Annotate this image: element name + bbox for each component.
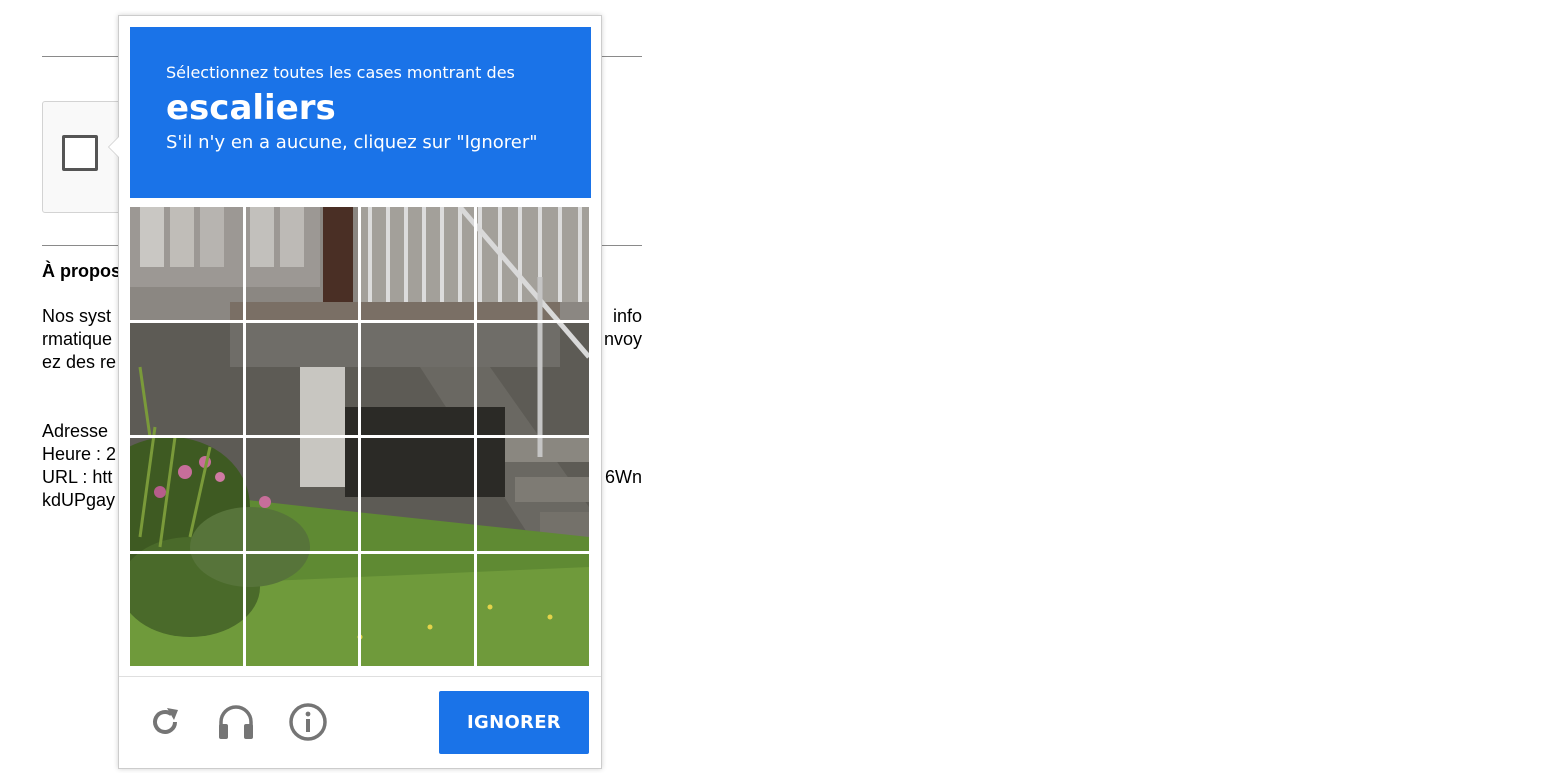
footer-divider — [119, 676, 601, 677]
image-tile[interactable] — [361, 438, 474, 551]
tile-image — [361, 438, 474, 551]
image-tile[interactable] — [477, 438, 590, 551]
tile-image — [130, 207, 243, 320]
challenge-subinstruction: S'il n'y en a aucune, cliquez sur "Ignor… — [166, 132, 538, 153]
challenge-prompt: Sélectionnez toutes les cases montrant d… — [130, 27, 591, 198]
image-tile[interactable] — [246, 207, 359, 320]
skip-button[interactable]: IGNORER — [439, 691, 589, 754]
tile-image — [246, 554, 359, 667]
paragraph-line: Nos syst — [42, 306, 112, 326]
info-icon[interactable] — [288, 702, 328, 742]
image-tile[interactable] — [246, 438, 359, 551]
tile-image — [477, 323, 590, 436]
tile-image — [361, 554, 474, 667]
tile-image — [130, 438, 243, 551]
challenge-keyword: escaliers — [166, 88, 336, 128]
paragraph-line: ez des re — [42, 352, 117, 372]
image-tile[interactable] — [130, 554, 243, 667]
image-tile[interactable] — [361, 323, 474, 436]
image-tile[interactable] — [130, 207, 243, 320]
image-challenge-popup: Sélectionnez toutes les cases montrant d… — [108, 15, 602, 769]
image-tile[interactable] — [130, 323, 243, 436]
image-tile[interactable] — [361, 554, 474, 667]
headphones-icon[interactable] — [216, 702, 256, 742]
address-line: Adresse — [42, 421, 109, 441]
tile-image — [361, 207, 474, 320]
tile-image — [130, 554, 243, 667]
image-tile[interactable] — [361, 207, 474, 320]
image-tile-grid — [130, 207, 589, 666]
image-tile[interactable] — [246, 554, 359, 667]
tile-image — [477, 207, 590, 320]
tile-image — [477, 438, 590, 551]
reload-icon[interactable] — [145, 702, 185, 742]
tile-image — [477, 554, 590, 667]
paragraph-line: rmatique — [42, 329, 113, 349]
url-line-continued: kdUPgay — [42, 490, 116, 510]
image-tile[interactable] — [246, 323, 359, 436]
tile-image — [130, 323, 243, 436]
image-tile[interactable] — [477, 554, 590, 667]
recaptcha-checkbox[interactable] — [62, 135, 98, 171]
challenge-instruction: Sélectionnez toutes les cases montrant d… — [166, 63, 515, 82]
tile-image — [246, 207, 359, 320]
tile-image — [246, 438, 359, 551]
tile-image — [361, 323, 474, 436]
url-line: URL : htt — [42, 467, 113, 487]
image-tile[interactable] — [477, 207, 590, 320]
time-line: Heure : 2 — [42, 444, 117, 464]
image-tile[interactable] — [130, 438, 243, 551]
image-tile[interactable] — [477, 323, 590, 436]
tile-image — [246, 323, 359, 436]
